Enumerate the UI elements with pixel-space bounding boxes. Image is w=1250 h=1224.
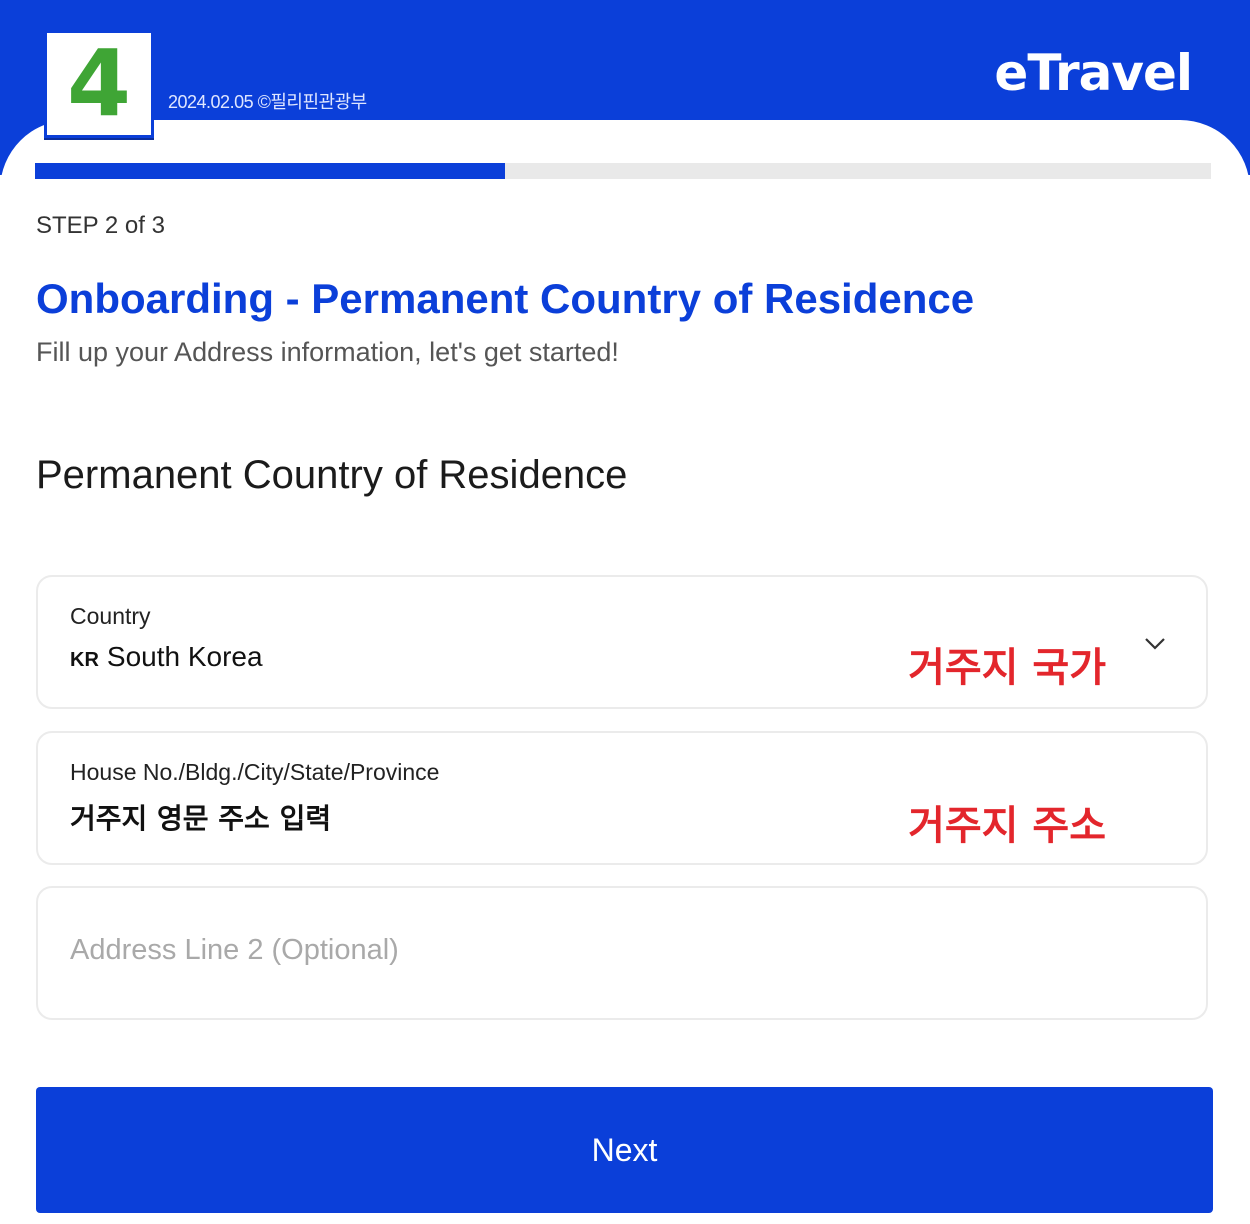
chevron-down-icon[interactable] bbox=[1144, 632, 1166, 654]
page-subtitle: Fill up your Address information, let's … bbox=[36, 337, 619, 367]
country-code: KR bbox=[70, 649, 99, 671]
address-annotation: 거주지 주소 bbox=[908, 803, 1106, 849]
progress-bar-fill bbox=[35, 163, 506, 179]
country-annotation: 거주지 국가 bbox=[908, 645, 1106, 691]
address-line2-field[interactable]: Address Line 2 (Optional) bbox=[36, 886, 1208, 1020]
next-button[interactable]: Next bbox=[36, 1087, 1213, 1213]
etravel-logo: eTravel bbox=[994, 44, 1193, 102]
country-name: South Korea bbox=[106, 641, 263, 672]
country-value: KR South Korea bbox=[70, 641, 263, 673]
country-label: Country bbox=[70, 603, 151, 629]
address-line2-placeholder: Address Line 2 (Optional) bbox=[70, 934, 399, 966]
country-select[interactable]: Country KR South Korea 거주지 국가 bbox=[36, 575, 1208, 709]
step-label: STEP 2 of 3 bbox=[36, 212, 165, 239]
address-line1-label: House No./Bldg./City/State/Province bbox=[70, 759, 440, 785]
date-caption: 2024.02.05 ©필리핀관광부 bbox=[168, 92, 367, 112]
page-title: Onboarding - Permanent Country of Reside… bbox=[36, 275, 975, 322]
section-title: Permanent Country of Residence bbox=[36, 453, 628, 497]
step-badge-number: 4 bbox=[66, 30, 131, 137]
address-line1-value: 거주지 영문 주소 입력 bbox=[70, 802, 332, 835]
progress-bar bbox=[35, 163, 1211, 179]
address-line1-field[interactable]: House No./Bldg./City/State/Province 거주지 … bbox=[36, 731, 1208, 865]
step-badge: 4 bbox=[44, 30, 154, 138]
